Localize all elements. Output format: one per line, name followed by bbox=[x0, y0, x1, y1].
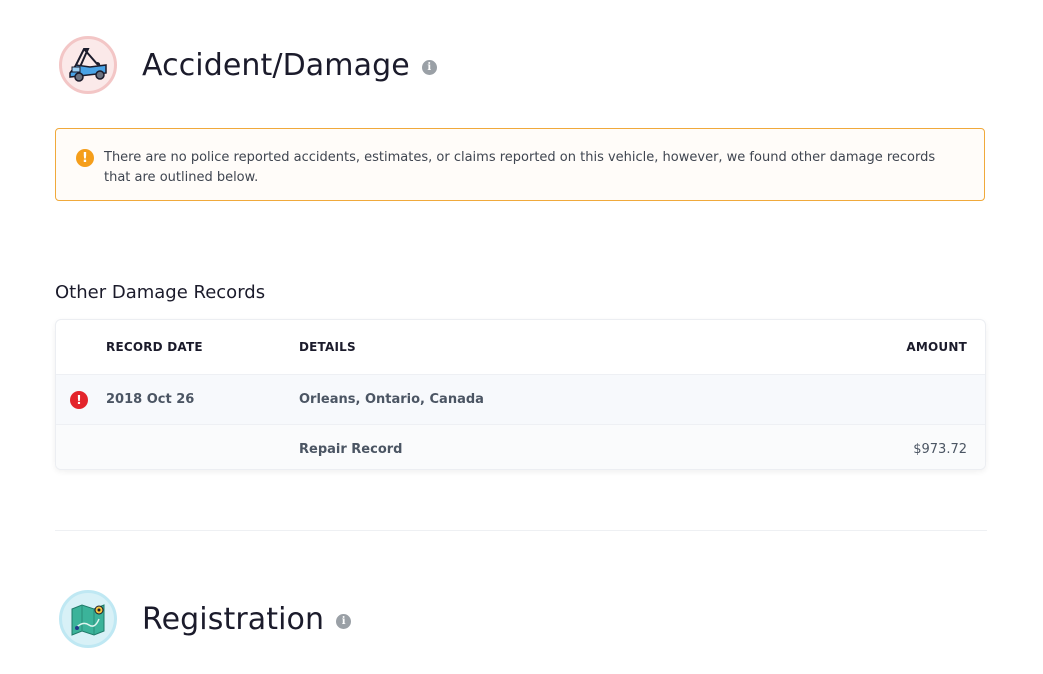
damage-records-table: RECORD DATE DETAILS AMOUNT ! 2018 Oct 26… bbox=[55, 319, 986, 470]
record-location: Orleans, Ontario, Canada bbox=[299, 392, 484, 407]
table-header: RECORD DATE DETAILS AMOUNT bbox=[56, 320, 985, 374]
record-entry: Repair Record bbox=[299, 441, 403, 457]
column-record-date: RECORD DATE bbox=[106, 340, 203, 354]
record-date: 2018 Oct 26 bbox=[106, 392, 195, 407]
section-title: Accident/Damage bbox=[142, 47, 410, 83]
map-icon bbox=[59, 590, 117, 648]
column-details: DETAILS bbox=[299, 340, 356, 354]
section-divider bbox=[55, 530, 987, 531]
info-icon[interactable]: i bbox=[421, 59, 437, 75]
column-amount: AMOUNT bbox=[906, 340, 967, 354]
table-row: Repair Record $973.72 bbox=[56, 424, 985, 469]
accident-damage-header: Accident/Damage i bbox=[59, 36, 437, 94]
alert-text: There are no police reported accidents, … bbox=[104, 150, 936, 185]
registration-header: Registration i bbox=[59, 590, 352, 648]
other-damage-title: Other Damage Records bbox=[55, 282, 266, 303]
warning-icon: ! bbox=[76, 149, 94, 167]
damage-alert: ! There are no police reported accidents… bbox=[55, 128, 985, 201]
info-icon[interactable]: i bbox=[336, 613, 352, 629]
section-title: Registration bbox=[142, 601, 325, 637]
record-amount: $973.72 bbox=[913, 441, 967, 457]
tow-truck-icon bbox=[59, 36, 117, 94]
error-icon: ! bbox=[70, 390, 88, 409]
vehicle-report-page: Accident/Damage i ! There are no police … bbox=[0, 0, 1043, 674]
table-row: ! 2018 Oct 26 Orleans, Ontario, Canada bbox=[56, 374, 985, 424]
